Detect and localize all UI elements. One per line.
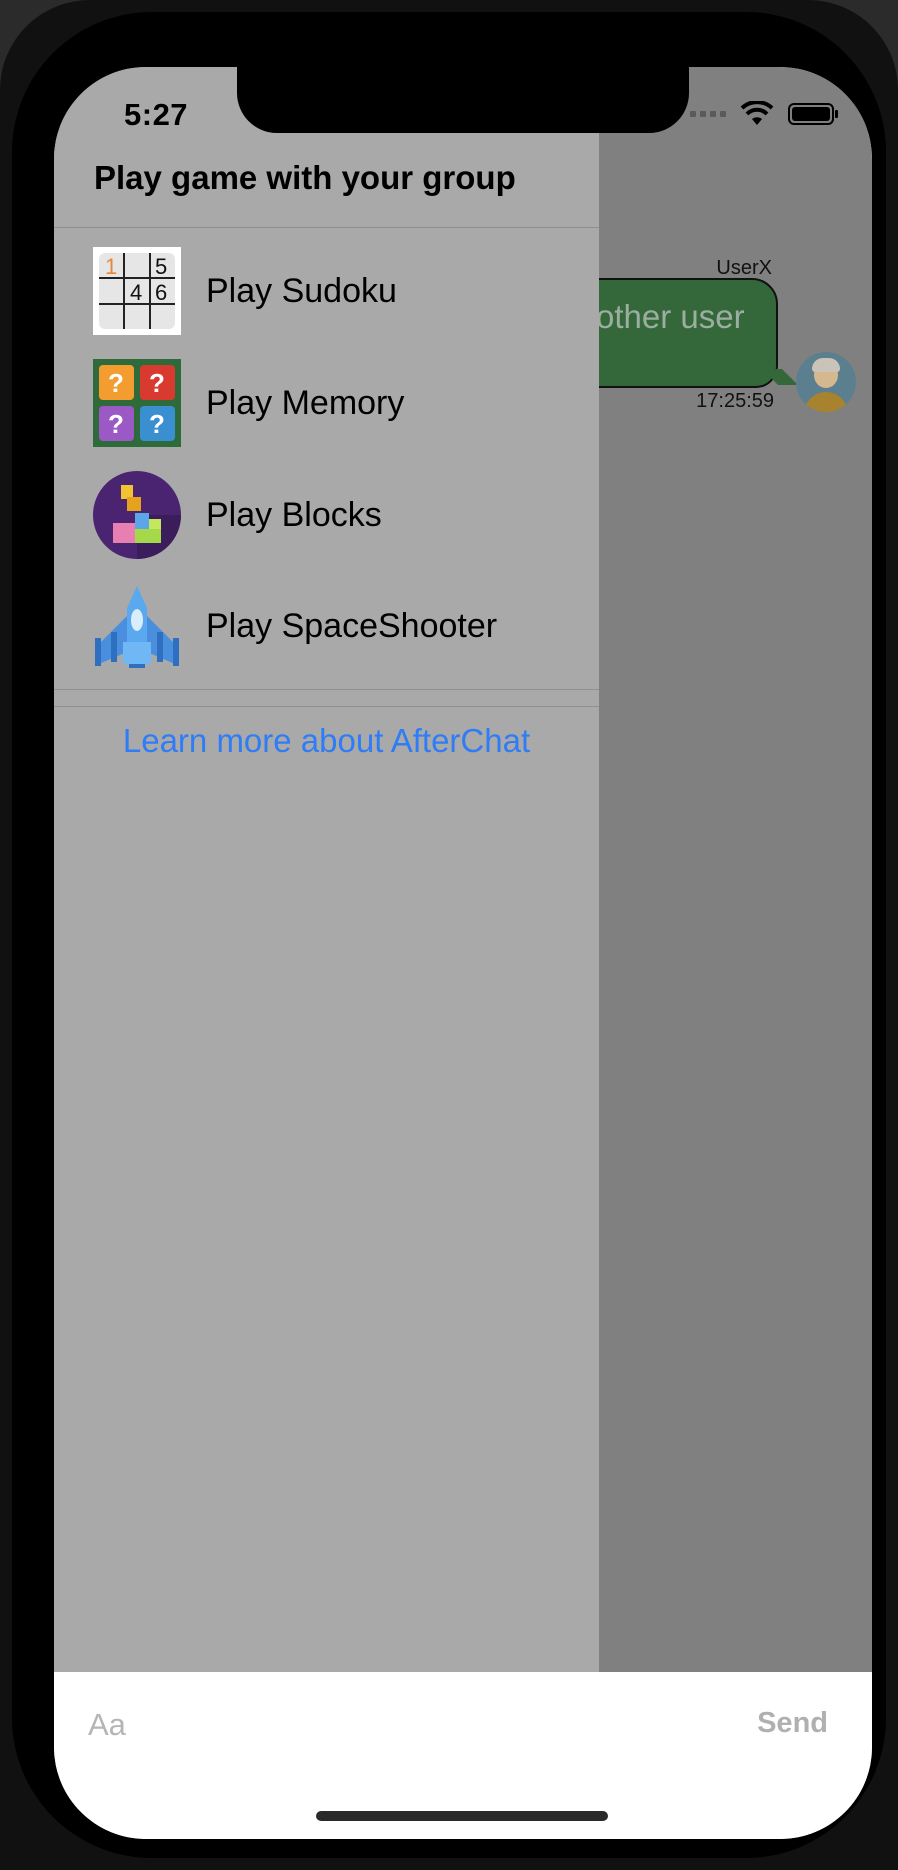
message-text: other user (596, 298, 745, 335)
cellular-signal-icon (690, 111, 726, 117)
spaceshooter-icon (95, 586, 179, 668)
learn-more-link[interactable]: Learn more about AfterChat (54, 722, 599, 760)
message-sender-name: UserX (716, 257, 772, 279)
game-label: Play Sudoku (206, 271, 397, 310)
game-item-memory[interactable]: ? ? ? ? Play Memory (54, 353, 599, 453)
svg-text:?: ? (149, 368, 165, 398)
svg-text:?: ? (108, 368, 124, 398)
status-icons (690, 101, 840, 127)
game-item-blocks[interactable]: Play Blocks (54, 465, 599, 565)
memory-icon: ? ? ? ? (93, 359, 181, 447)
drawer-title: Play game with your group (94, 159, 516, 196)
game-label: Play Blocks (206, 495, 382, 534)
sudoku-digit: 6 (155, 280, 167, 305)
games-drawer: Play game with your group 1 5 4 6 Play S… (54, 67, 599, 1672)
message-input[interactable] (86, 1696, 690, 1754)
device-frame: UserX other user 17:25:59 Play game with… (0, 0, 898, 1870)
device-notch (237, 67, 689, 133)
game-label: Play SpaceShooter (206, 606, 498, 645)
sudoku-digit: 5 (155, 254, 167, 279)
game-item-spaceshooter[interactable]: Play SpaceShooter (54, 576, 599, 676)
svg-text:?: ? (108, 409, 124, 439)
app-screen: UserX other user 17:25:59 Play game with… (54, 67, 872, 1839)
message-timestamp: 17:25:59 (696, 390, 774, 412)
wifi-icon (740, 101, 774, 125)
divider (54, 689, 599, 690)
send-button[interactable]: Send (751, 1706, 834, 1741)
divider (54, 227, 599, 228)
status-time: 5:27 (124, 97, 189, 132)
game-item-sudoku[interactable]: 1 5 4 6 Play Sudoku (54, 241, 599, 341)
device-bezel: UserX other user 17:25:59 Play game with… (12, 12, 886, 1858)
sudoku-digit: 1 (105, 254, 117, 279)
game-label: Play Memory (206, 383, 405, 422)
avatar[interactable] (796, 352, 856, 412)
sudoku-icon: 1 5 4 6 (93, 247, 181, 335)
svg-text:?: ? (149, 409, 165, 439)
divider (54, 706, 599, 707)
battery-icon (788, 103, 838, 125)
sudoku-digit: 4 (130, 280, 142, 305)
blocks-icon (93, 471, 181, 559)
home-indicator[interactable] (316, 1811, 608, 1821)
